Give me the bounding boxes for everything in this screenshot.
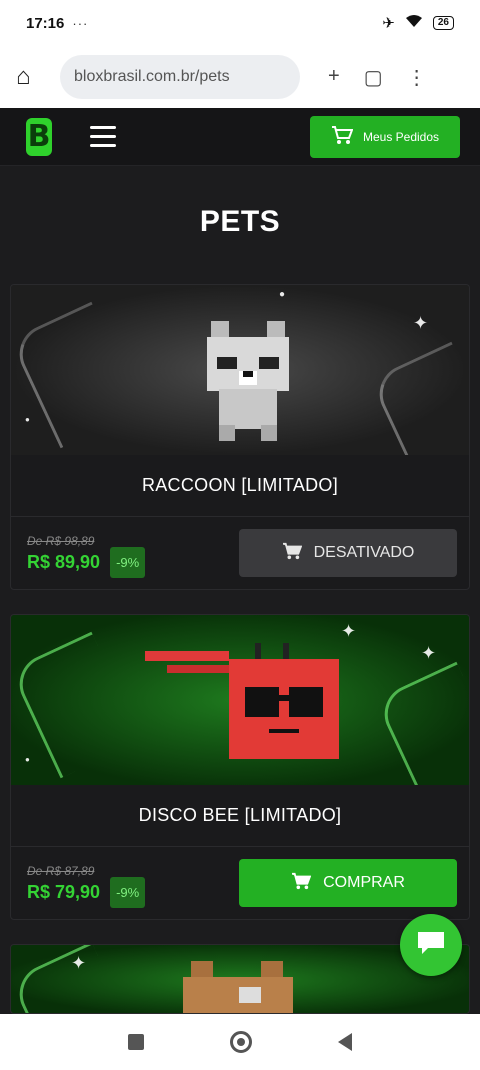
address-bar[interactable]: bloxbrasil.com.br/pets <box>60 55 300 99</box>
cart-icon <box>282 542 302 565</box>
status-bar: 17:16 ··· ✈ 26 <box>0 0 480 46</box>
recents-icon[interactable] <box>128 1034 144 1050</box>
product-image[interactable]: ✦ ● ● <box>11 285 469 455</box>
my-orders-button[interactable]: Meus Pedidos <box>310 115 460 158</box>
battery-icon: 26 <box>432 16 454 30</box>
raccoon-pet-image <box>207 321 289 441</box>
site-header: B Meus Pedidos <box>0 108 480 166</box>
current-price: R$ 79,90 <box>27 881 101 902</box>
back-icon[interactable] <box>338 1033 352 1051</box>
disco-bee-pet-image <box>145 643 339 759</box>
cart-icon <box>291 872 312 895</box>
browser-actions: + ▢ ⋮ <box>328 65 427 90</box>
product-footer: De R$ 98,89 R$ 89,90 -9% DESATIVADO <box>11 517 469 589</box>
new-tab-icon[interactable]: + <box>328 65 340 90</box>
home-nav-icon[interactable] <box>230 1031 252 1053</box>
more-icon[interactable]: ⋮ <box>407 65 427 90</box>
browser-toolbar: ⌂ bloxbrasil.com.br/pets + ▢ ⋮ <box>0 46 480 108</box>
price-block: De R$ 87,89 R$ 79,90 <box>27 864 100 903</box>
product-card: ✦ ● ● RACCOON [LIMITADO] De R$ 98,89 R$ … <box>10 284 470 590</box>
chat-icon <box>416 930 446 961</box>
cart-icon <box>331 125 354 148</box>
product-image[interactable]: ✦ ✦ ● <box>11 615 469 785</box>
site-logo[interactable]: B <box>26 117 52 156</box>
price-block: De R$ 98,89 R$ 89,90 <box>27 534 100 573</box>
wifi-icon <box>405 14 423 32</box>
product-footer: De R$ 87,89 R$ 79,90 -9% COMPRAR <box>11 847 469 919</box>
home-icon[interactable]: ⌂ <box>16 63 46 91</box>
status-icons: ✈ 26 <box>382 14 454 32</box>
product-image[interactable]: ✦ <box>11 945 469 1013</box>
button-label: DESATIVADO <box>313 544 415 561</box>
discount-badge: -9% <box>110 876 146 908</box>
page-title: PETS <box>199 205 281 238</box>
old-price: De R$ 87,89 <box>27 863 95 878</box>
tabs-icon[interactable]: ▢ <box>364 65 383 90</box>
my-orders-label: Meus Pedidos <box>362 129 440 144</box>
chat-button[interactable] <box>400 914 462 976</box>
button-label: COMPRAR <box>323 874 405 891</box>
status-time: 17:16 <box>26 14 65 32</box>
airplane-icon: ✈ <box>382 15 395 32</box>
menu-icon[interactable] <box>90 126 116 147</box>
old-price: De R$ 98,89 <box>27 533 95 548</box>
system-nav-bar <box>0 1014 480 1070</box>
product-card: ✦ ✦ ● DISCO BEE [LIMITADO] De R$ 87,89 R… <box>10 614 470 920</box>
notification-icons: ··· <box>72 15 89 31</box>
disabled-button[interactable]: DESATIVADO <box>239 529 457 577</box>
address-text: bloxbrasil.com.br/pets <box>74 68 230 85</box>
pet-image <box>183 961 293 1013</box>
product-name[interactable]: RACCOON [LIMITADO] <box>11 455 469 517</box>
current-price: R$ 89,90 <box>27 551 101 572</box>
buy-button[interactable]: COMPRAR <box>239 859 457 907</box>
discount-badge: -9% <box>110 546 146 578</box>
product-name[interactable]: DISCO BEE [LIMITADO] <box>11 785 469 847</box>
